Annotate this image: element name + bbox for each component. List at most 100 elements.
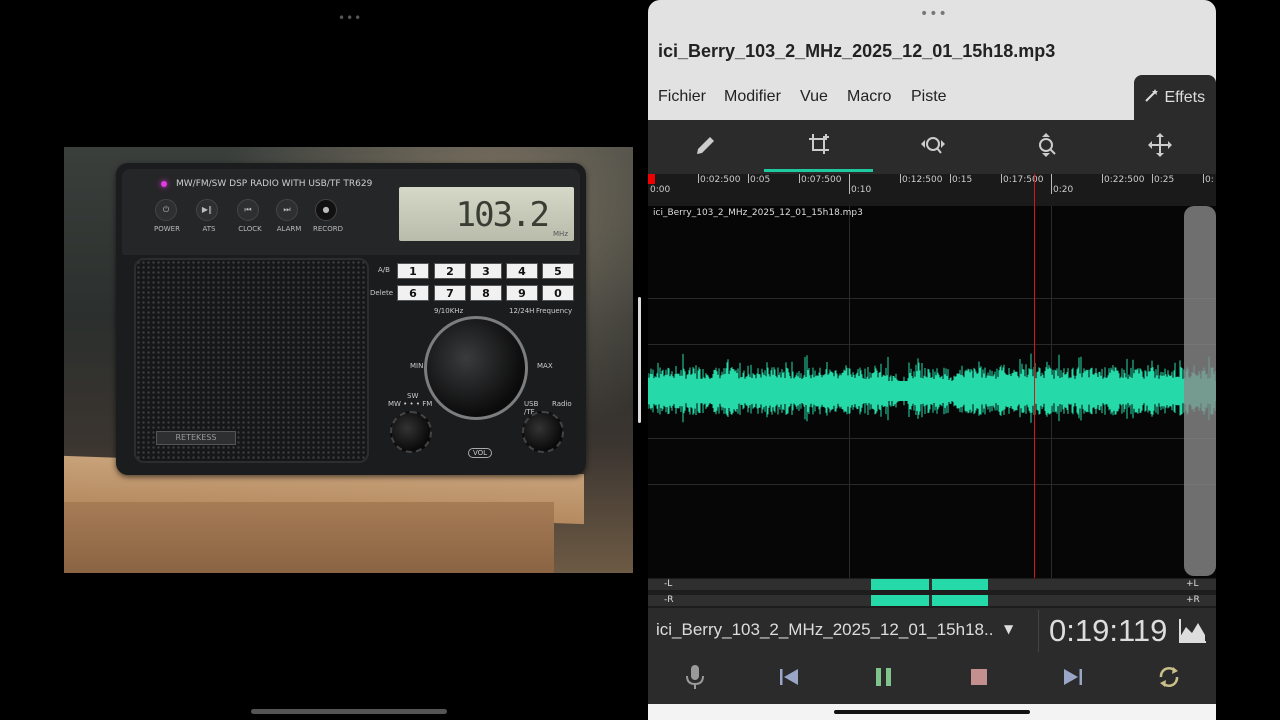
cabinet: [64, 502, 554, 573]
pencil-icon: [694, 133, 718, 161]
loop-button[interactable]: [1122, 654, 1216, 704]
radio-photo: MW/FM/SW DSP RADIO WITH USB/TF TR629 ⏻ ▶…: [64, 147, 633, 573]
app-bottom-bar: [648, 704, 1216, 720]
keypad-key: 9: [506, 285, 538, 301]
screen: ••• MW/FM/SW DSP RADIO WITH USB/TF TR629…: [0, 0, 1280, 720]
skip-end-button[interactable]: [1026, 654, 1120, 704]
menu-vue[interactable]: Vue: [800, 88, 828, 106]
transport-controls: [648, 654, 1216, 704]
tool-zoom-horizontal[interactable]: [876, 120, 989, 174]
meter-label-minus-r: -R: [664, 595, 674, 605]
meter-bar-right-peak: [932, 595, 988, 606]
track-name: ici_Berry_103_2_MHz_2025_12_01_15h18.mp3: [653, 208, 863, 218]
skip-forward-icon: [1063, 668, 1083, 690]
microphone-icon: [684, 663, 706, 695]
radio-alarm-button: ⏭: [276, 199, 298, 221]
app-window-handle[interactable]: •••: [920, 6, 948, 22]
label-radio: Radio: [552, 400, 572, 408]
label-hour: 12/24H: [509, 307, 535, 315]
meter-label-plus-l: +L: [1186, 579, 1199, 589]
menu-fichier[interactable]: Fichier: [658, 88, 706, 106]
label-step: 9/10KHz: [434, 307, 464, 315]
meter-label-minus-l: -L: [664, 579, 673, 589]
label-min: MIN: [410, 362, 424, 370]
move-icon: [1147, 132, 1173, 162]
ruler-label: 0:25: [1154, 175, 1175, 185]
radio-brand-plate: RETEKESS: [156, 431, 236, 445]
keypad-key: 2: [434, 263, 466, 279]
timeline-ruler[interactable]: 0:00 0:02:500 0:05 0:07:500 0:10 0:12:50…: [648, 174, 1216, 206]
keypad-key: 6: [397, 285, 429, 301]
keypad-key: 1: [397, 263, 429, 279]
split-view-divider[interactable]: [638, 297, 641, 423]
menu-modifier[interactable]: Modifier: [724, 88, 781, 106]
status-file-name[interactable]: ici_Berry_103_2_MHz_2025_12_01_15h18..: [656, 620, 993, 640]
keypad-label-ab: A/B: [378, 266, 390, 274]
power-led: [161, 181, 167, 187]
radio-clock-button: ⏮: [237, 199, 259, 221]
keypad-key: 5: [542, 263, 574, 279]
stop-button[interactable]: [932, 654, 1026, 704]
radio-record-button: ●: [315, 199, 337, 221]
audio-editor-app: ••• ici_Berry_103_2_MHz_2025_12_01_15h18…: [648, 0, 1216, 720]
keypad-key: 8: [470, 285, 502, 301]
menu-piste[interactable]: Piste: [911, 88, 947, 106]
spectrum-icon[interactable]: [1178, 617, 1208, 645]
ruler-label: 0:00: [650, 185, 671, 195]
radio-band-knob: [390, 411, 432, 453]
meter-bar-left: [871, 579, 929, 590]
waveform-core: [648, 381, 1216, 401]
radio-lcd-unit: MHz: [553, 230, 568, 238]
playhead-cursor[interactable]: [1034, 174, 1035, 578]
file-dropdown-icon[interactable]: ▼: [1004, 622, 1013, 636]
audio-track[interactable]: ici_Berry_103_2_MHz_2025_12_01_15h18.mp3: [648, 206, 1216, 578]
meter-bar-left-peak: [932, 579, 988, 590]
label-max: MAX: [537, 362, 553, 370]
radio-body: MW/FM/SW DSP RADIO WITH USB/TF TR629 ⏻ ▶…: [116, 163, 586, 475]
tool-crop[interactable]: [762, 120, 875, 174]
tool-move[interactable]: [1103, 120, 1216, 174]
pause-button[interactable]: [837, 654, 931, 704]
track-scrollbar[interactable]: [1184, 206, 1216, 576]
skip-start-button[interactable]: [742, 654, 836, 704]
ruler-label: 0:07:500: [801, 175, 842, 185]
zoom-vertical-icon: [1035, 131, 1059, 163]
tool-pencil[interactable]: [649, 120, 762, 174]
meter-left-channel: -L +L: [648, 579, 1216, 590]
effects-tab[interactable]: Effets: [1134, 75, 1216, 120]
label-vol: VOL: [468, 448, 493, 458]
waveform: [648, 353, 1216, 423]
magic-wand-icon: [1144, 89, 1164, 106]
radio-model-text: MW/FM/SW DSP RADIO WITH USB/TF TR629: [176, 179, 373, 189]
radio-lcd-frequency: 103.2: [455, 195, 550, 235]
playback-time: 0:19:119: [1049, 613, 1168, 648]
menu-macro[interactable]: Macro: [847, 88, 891, 106]
meter-right-channel: -R +R: [648, 595, 1216, 606]
left-home-indicator[interactable]: [251, 709, 447, 714]
keypad-key: 4: [506, 263, 538, 279]
keypad-label-delete: Delete: [370, 289, 393, 297]
crop-icon: [806, 132, 832, 162]
pause-icon: [874, 667, 894, 691]
ruler-label: 0:05: [750, 175, 771, 185]
tool-bar: [648, 120, 1216, 174]
record-button[interactable]: [648, 654, 742, 704]
ruler-label: 0:10: [851, 185, 872, 195]
ruler-label: 0:15: [952, 175, 973, 185]
left-pane-handle[interactable]: •••: [338, 11, 362, 25]
keypad-key: 0: [542, 285, 574, 301]
ruler-label: 0:17:500: [1003, 175, 1044, 185]
radio-lcd: 103.2 MHz: [399, 187, 574, 241]
tool-zoom-vertical[interactable]: [990, 120, 1103, 174]
radio-ats-button: ▶‖: [196, 199, 218, 221]
radio-power-button: ⏻: [155, 199, 177, 221]
effects-label: Effets: [1164, 89, 1206, 106]
radio-button-label: RECORD: [313, 225, 343, 233]
stop-icon: [970, 668, 988, 690]
loop-icon: [1156, 664, 1182, 694]
keypad-key: 3: [470, 263, 502, 279]
radio-source-knob: [522, 411, 564, 453]
timeline-start-marker: [648, 174, 655, 184]
label-sw: SW: [407, 392, 419, 400]
home-indicator[interactable]: [834, 710, 1030, 714]
